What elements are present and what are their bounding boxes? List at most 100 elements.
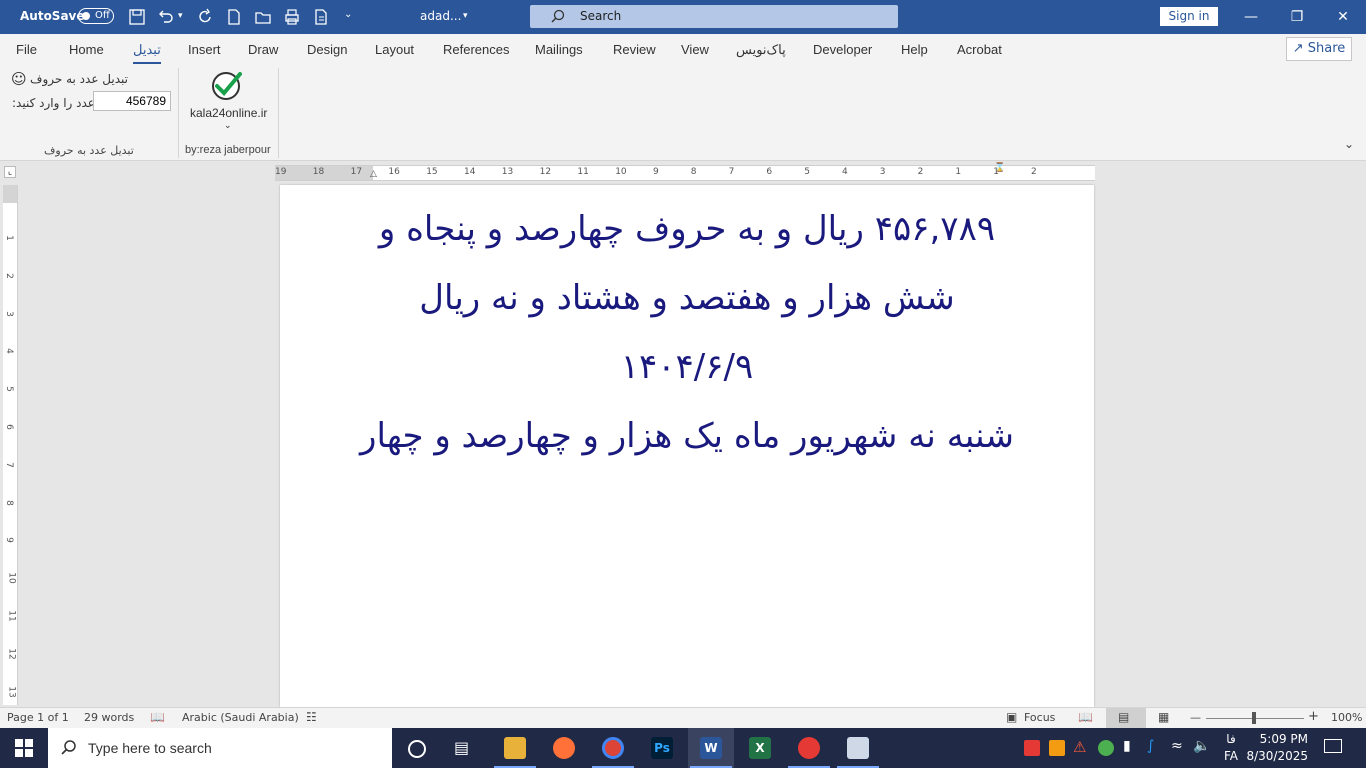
zoom-out-icon[interactable]: —	[1190, 711, 1201, 724]
taskbar-file-explorer[interactable]	[492, 728, 538, 768]
tab-home[interactable]: Home	[69, 42, 104, 57]
export-pdf-icon[interactable]	[312, 8, 330, 26]
read-mode-icon[interactable]: 📖	[1078, 710, 1093, 724]
taskbar-chrome[interactable]	[590, 728, 636, 768]
restore-icon[interactable]: ❐	[1274, 0, 1320, 34]
tab-draw[interactable]: Draw	[248, 42, 278, 57]
convert-command[interactable]: تبدیل عدد به حروف	[30, 72, 128, 86]
system-clock[interactable]: 5:09 PM 8/30/2025	[1244, 731, 1308, 765]
horizontal-ruler[interactable]: 19 18 17 16 15 14 13 12 11 10 9 8 7 6 5 4 3 2 1 1 2	[275, 165, 1095, 181]
number-input[interactable]	[93, 91, 171, 111]
taskbar-word[interactable]: W	[688, 728, 734, 768]
new-document-icon[interactable]	[225, 8, 243, 26]
ruler-number: 10	[615, 167, 627, 177]
ruler-number: 1	[3, 235, 14, 241]
search-box[interactable]: Search	[530, 5, 898, 28]
tray-network-globe-icon[interactable]	[1098, 740, 1114, 756]
accessibility-icon[interactable]: ☷	[306, 710, 317, 724]
tab-view[interactable]: View	[681, 42, 709, 57]
redo-icon[interactable]	[196, 8, 214, 26]
vertical-ruler[interactable]: 1 2 3 4 5 6 7 8 9 10 11 12 13	[3, 185, 18, 705]
close-icon[interactable]: ✕	[1320, 0, 1366, 34]
focus-icon[interactable]: ▣	[1006, 710, 1017, 724]
tray-volume-icon[interactable]: 🔈	[1193, 738, 1210, 754]
web-layout-icon[interactable]: ▦	[1158, 710, 1169, 724]
tray-warning-icon[interactable]: ⚠	[1073, 738, 1086, 756]
focus-button[interactable]: Focus	[1024, 711, 1055, 724]
document-page[interactable]: ۴۵۶,۷۸۹ ریال و به حروف چهارصد و پنجاه و …	[280, 185, 1094, 707]
cortana-icon[interactable]	[408, 740, 426, 758]
taskbar-app-red[interactable]	[786, 728, 832, 768]
windows-start-icon[interactable]	[15, 739, 33, 757]
tray-anydesk-icon[interactable]	[1024, 740, 1040, 756]
language-indicator[interactable]: Arabic (Saudi Arabia)	[182, 711, 299, 724]
tab-design[interactable]: Design	[307, 42, 347, 57]
customize-toolbar-icon[interactable]: ⌄	[344, 9, 352, 20]
collapse-ribbon-icon[interactable]: ⌄	[1344, 137, 1354, 151]
language-switcher[interactable]: فا FA	[1222, 731, 1240, 765]
tab-developer[interactable]: Developer	[813, 42, 872, 57]
share-icon: ↗	[1292, 41, 1304, 56]
title-dropdown-icon[interactable]: ▾	[463, 11, 468, 21]
proofing-icon[interactable]: 📖	[150, 710, 165, 724]
chevron-down-icon[interactable]: ⌄	[224, 121, 232, 131]
taskbar-excel[interactable]: X	[737, 728, 783, 768]
print-icon[interactable]	[283, 8, 301, 26]
document-line-2: شش هزار و هفتصد و هشتاد و نه ریال	[419, 278, 955, 318]
taskbar-search[interactable]: Type here to search	[48, 728, 392, 768]
autosave-label: AutoSave	[20, 9, 85, 23]
indent-marker-icon[interactable]: △	[370, 169, 377, 179]
tab-paknevis[interactable]: پاک‌نویس	[736, 42, 786, 58]
checkmark-icon[interactable]	[209, 70, 245, 102]
tab-review[interactable]: Review	[613, 42, 656, 57]
tab-layout[interactable]: Layout	[375, 42, 414, 57]
minimize-icon[interactable]: —	[1228, 0, 1274, 34]
save-icon[interactable]	[128, 8, 146, 26]
ruler-number: 14	[464, 167, 476, 177]
ribbon-tabs: File Home تبدیل Insert Draw Design Layou…	[0, 34, 1366, 65]
site-link-button[interactable]: kala24online.ir	[190, 106, 267, 120]
zoom-level[interactable]: 100%	[1331, 711, 1362, 724]
excel-icon: X	[749, 737, 771, 759]
ruler-number: 16	[388, 167, 400, 177]
right-indent-marker-icon[interactable]: ⌛	[994, 163, 1005, 173]
notifications-icon[interactable]	[1324, 739, 1342, 753]
tab-references[interactable]: References	[443, 42, 509, 57]
tray-usb-icon[interactable]: ▮	[1123, 738, 1131, 754]
tab-acrobat[interactable]: Acrobat	[957, 42, 1002, 57]
ruler-number: 3	[879, 167, 886, 177]
page-count[interactable]: Page 1 of 1	[7, 711, 69, 724]
notepad-icon	[847, 737, 869, 759]
tray-wifi-icon[interactable]: ≈	[1171, 738, 1183, 754]
sign-in-button[interactable]: Sign in	[1160, 7, 1218, 26]
autosave-toggle[interactable]: Off	[78, 8, 114, 24]
undo-icon[interactable]	[157, 8, 175, 26]
zoom-in-icon[interactable]: +	[1308, 709, 1319, 724]
open-folder-icon[interactable]	[254, 8, 272, 26]
share-label: Share	[1307, 41, 1346, 56]
smiley-icon: ☺	[11, 70, 27, 88]
tab-help[interactable]: Help	[901, 42, 928, 57]
tab-insert[interactable]: Insert	[188, 42, 221, 57]
tray-checkbox-icon[interactable]	[1049, 740, 1065, 756]
taskbar-firefox[interactable]	[541, 728, 587, 768]
share-button[interactable]: ↗ Share	[1286, 37, 1352, 61]
tray-bluetooth-icon[interactable]: ∫	[1147, 738, 1154, 754]
undo-dropdown-icon[interactable]: ▾	[178, 11, 183, 21]
document-title[interactable]: adad...	[420, 9, 461, 23]
zoom-slider-thumb[interactable]	[1252, 712, 1256, 724]
title-bar: AutoSave Off ▾ ⌄ adad... ▾ Search Sign i…	[0, 0, 1366, 34]
tab-stop-selector[interactable]: ⌞	[4, 166, 16, 178]
tab-file[interactable]: File	[16, 42, 37, 57]
tab-mailings[interactable]: Mailings	[535, 42, 583, 57]
ruler-number: 13	[501, 167, 514, 177]
task-view-icon[interactable]: ▤	[454, 738, 469, 757]
clock-time: 5:09 PM	[1259, 732, 1308, 746]
ruler-number: 4	[3, 348, 14, 355]
print-layout-icon: ▤	[1118, 710, 1130, 724]
tab-convert[interactable]: تبدیل	[133, 42, 161, 65]
taskbar-photoshop[interactable]: Ps	[639, 728, 685, 768]
taskbar-notepad[interactable]	[835, 728, 881, 768]
language-code: FA	[1223, 749, 1238, 763]
word-count[interactable]: 29 words	[84, 711, 134, 724]
